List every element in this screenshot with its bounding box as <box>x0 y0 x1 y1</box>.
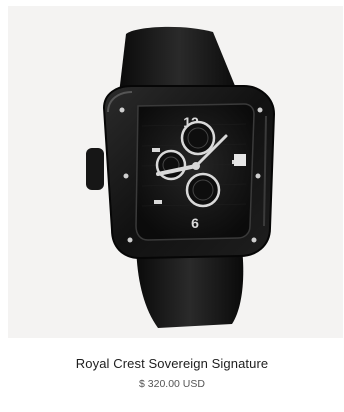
watch-icon: 12 6 <box>86 26 276 328</box>
crown <box>86 148 104 190</box>
date-window <box>234 154 246 166</box>
product-card[interactable]: 12 6 Royal Crest Sovereign Signature $ 3… <box>0 0 344 412</box>
product-title[interactable]: Royal Crest Sovereign Signature <box>0 356 344 371</box>
product-price: $ 320.00 USD <box>139 378 205 390</box>
subdial-top <box>180 120 216 156</box>
dial-numeral-6: 6 <box>191 215 199 231</box>
product-image[interactable]: 12 6 <box>8 6 343 338</box>
subdial-bottom <box>185 172 221 208</box>
